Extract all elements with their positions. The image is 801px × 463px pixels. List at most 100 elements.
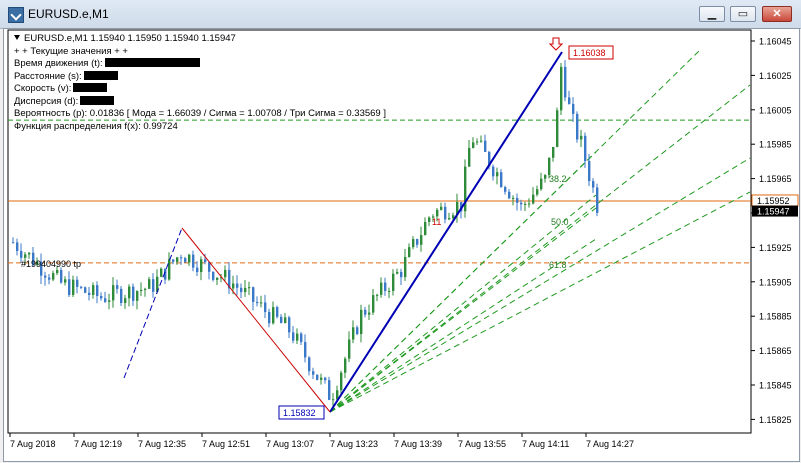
info-panel: EURUSD.e,M1 1.15940 1.15950 1.15940 1.15… bbox=[14, 33, 386, 133]
candle-body bbox=[312, 371, 315, 375]
candle-body bbox=[412, 239, 415, 248]
candle bbox=[464, 159, 467, 218]
candle bbox=[84, 286, 87, 294]
candle-body bbox=[344, 358, 347, 373]
candle-body bbox=[168, 259, 171, 280]
candle-body bbox=[480, 140, 483, 142]
candle-body bbox=[176, 257, 179, 262]
time-tick-label: 7 Aug 14:27 bbox=[586, 439, 634, 449]
candle-body bbox=[444, 206, 447, 220]
redacted-value bbox=[80, 95, 115, 105]
candle-body bbox=[112, 285, 115, 301]
candle-body bbox=[556, 110, 559, 147]
candle-body bbox=[384, 282, 387, 292]
candle-body bbox=[200, 259, 203, 273]
candle bbox=[596, 183, 599, 217]
candle-body bbox=[16, 242, 19, 251]
candle-body bbox=[476, 141, 479, 143]
candle-body bbox=[104, 298, 107, 302]
candle-body bbox=[304, 342, 307, 358]
candle-body bbox=[584, 135, 587, 162]
candle-body bbox=[588, 161, 591, 182]
time-tick-label: 7 Aug 12:35 bbox=[138, 439, 186, 449]
candle-body bbox=[236, 283, 239, 288]
candle-body bbox=[536, 189, 539, 195]
candle-body bbox=[52, 273, 55, 280]
candle-body bbox=[372, 295, 375, 313]
candle-body bbox=[76, 279, 79, 287]
candle-body bbox=[544, 175, 547, 179]
candle-body bbox=[324, 377, 327, 381]
candle-body bbox=[244, 287, 247, 293]
candle-body bbox=[20, 250, 23, 258]
candle-body bbox=[392, 273, 395, 291]
price-tick-label: 1.16005 bbox=[759, 105, 792, 115]
candle-body bbox=[240, 287, 243, 293]
candle-body bbox=[580, 135, 583, 140]
candle-body bbox=[232, 283, 235, 289]
candle-body bbox=[188, 254, 191, 263]
candle-body bbox=[48, 277, 51, 280]
price-tick-label: 1.15965 bbox=[759, 174, 792, 184]
candle-body bbox=[284, 317, 287, 324]
info-line: Вероятность (р): 0.01836 [ Мода = 1.6603… bbox=[14, 108, 386, 119]
price-tick-label: 1.16025 bbox=[759, 71, 792, 81]
candle-body bbox=[180, 257, 183, 259]
candle-body bbox=[44, 275, 47, 278]
info-line: Время движения (t): bbox=[14, 58, 386, 71]
candle-body bbox=[468, 147, 471, 167]
fib-level-61-label: 61.8 bbox=[549, 260, 567, 270]
time-tick-label: 7 Aug 13:07 bbox=[266, 439, 314, 449]
candle-body bbox=[420, 235, 423, 245]
info-line: Функция распределения f(x): 0.99724 bbox=[14, 120, 178, 132]
low-price-label: 1.15832 bbox=[283, 408, 316, 418]
candle-body bbox=[496, 172, 499, 177]
candle-body bbox=[252, 287, 255, 302]
candle-body bbox=[224, 269, 227, 278]
time-tick-label: 7 Aug 13:23 bbox=[330, 439, 378, 449]
candle bbox=[328, 376, 331, 401]
candle-body bbox=[256, 301, 259, 304]
candle-body bbox=[360, 309, 363, 335]
candle-body bbox=[512, 197, 515, 199]
fib-level-38-label: 38.2 bbox=[549, 174, 567, 184]
candle-body bbox=[552, 146, 555, 158]
price-tick-label: 1.15885 bbox=[759, 312, 792, 322]
candle bbox=[160, 267, 163, 278]
candle-body bbox=[492, 166, 495, 177]
candle-body bbox=[120, 288, 123, 303]
candle-body bbox=[96, 285, 99, 296]
tp-label: #199404990 tp bbox=[21, 259, 81, 269]
candle bbox=[556, 107, 559, 148]
time-tick-label: 7 Aug 12:19 bbox=[74, 439, 122, 449]
info-line: Скорость (v): bbox=[14, 83, 386, 96]
candle-body bbox=[192, 254, 195, 268]
candle-body bbox=[504, 187, 507, 192]
candle-body bbox=[404, 256, 407, 278]
candle-body bbox=[484, 140, 487, 152]
candle-body bbox=[416, 239, 419, 245]
info-line: Дисперсия (d): bbox=[14, 95, 386, 109]
collapse-triangle-icon[interactable] bbox=[14, 35, 20, 40]
candle-body bbox=[328, 380, 331, 400]
candle-body bbox=[340, 372, 343, 391]
candle-body bbox=[172, 259, 175, 262]
candle-body bbox=[248, 287, 251, 289]
price-tick-label: 1.15905 bbox=[759, 277, 792, 287]
candle bbox=[560, 63, 563, 116]
price-tick-label: 1.15925 bbox=[759, 243, 792, 253]
candle-body bbox=[24, 254, 27, 258]
order-marker: 11 bbox=[432, 217, 441, 227]
time-tick-label: 7 Aug 2018 bbox=[10, 439, 56, 449]
candle-body bbox=[472, 142, 475, 148]
candle bbox=[316, 374, 319, 381]
candle-body bbox=[428, 217, 431, 222]
info-line: Расстояние (s): bbox=[14, 70, 386, 84]
time-axis: 7 Aug 2018 7 Aug 12:19 7 Aug 12:35 7 Aug 12… bbox=[9, 433, 634, 449]
candle-body bbox=[348, 339, 351, 359]
candle-body bbox=[352, 327, 355, 340]
candle-body bbox=[356, 327, 359, 335]
candle-body bbox=[440, 206, 443, 210]
time-tick-label: 7 Aug 14:11 bbox=[522, 439, 569, 449]
candle-body bbox=[136, 291, 139, 301]
